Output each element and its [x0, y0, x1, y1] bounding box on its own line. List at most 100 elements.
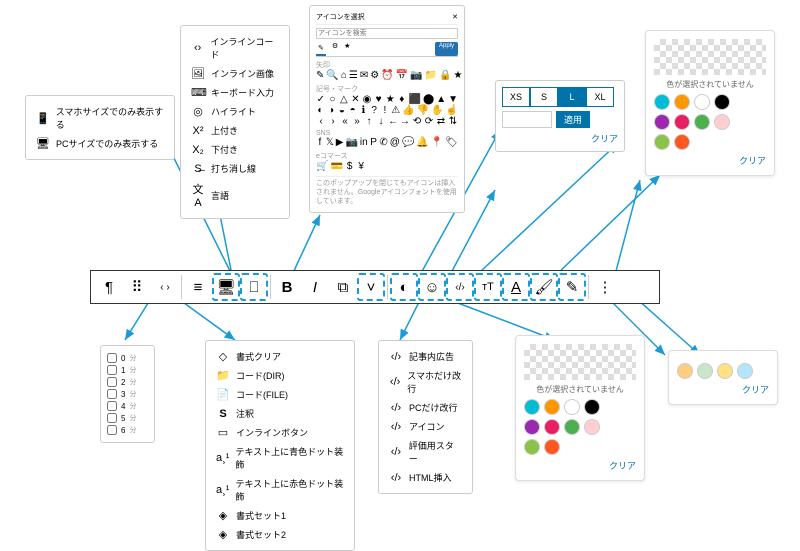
swatch[interactable]	[544, 439, 560, 455]
highlight-icon: ◎	[191, 105, 205, 118]
code-button[interactable]: ‹/›	[446, 273, 474, 301]
swatch[interactable]	[717, 363, 733, 379]
menu-item[interactable]: 🖥PCサイズでのみ表示する	[32, 134, 168, 153]
num-row[interactable]: 5分	[107, 412, 148, 424]
swatch[interactable]	[654, 134, 670, 150]
text-size-button[interactable]: ᴛT	[474, 273, 502, 301]
swatch[interactable]	[564, 419, 580, 435]
menu-item[interactable]: ‹/›HTML挿入	[385, 468, 466, 487]
size-xl[interactable]: XL	[586, 87, 614, 107]
bold-button[interactable]: B	[273, 273, 301, 301]
clear-link[interactable]: クリア	[524, 459, 636, 472]
box-button[interactable]: ⎕	[240, 273, 268, 301]
swatch[interactable]	[524, 439, 540, 455]
icon-search-input[interactable]	[316, 28, 458, 39]
swatch[interactable]	[584, 419, 600, 435]
num-row[interactable]: 4分	[107, 400, 148, 412]
menu-item[interactable]: 📱スマホサイズでのみ表示する	[32, 102, 168, 134]
menu-item[interactable]: a¸¹テキスト上に赤色ドット装飾	[212, 474, 348, 506]
menu-item[interactable]: ‹/›記事内広告	[385, 347, 466, 366]
apply-button[interactable]: 適用	[556, 111, 590, 128]
menu-item[interactable]: S注釈	[212, 404, 348, 423]
swatch[interactable]	[737, 363, 753, 379]
text-color-button[interactable]: A	[502, 273, 530, 301]
paragraph-button[interactable]: ¶	[95, 273, 123, 301]
num-row[interactable]: 3分	[107, 388, 148, 400]
italic-button[interactable]: I	[301, 273, 329, 301]
menu-item[interactable]: ‹/›アイコン	[385, 417, 466, 436]
size-input[interactable]	[502, 111, 552, 128]
menu-item[interactable]: ‹/›スマホだけ改行	[385, 366, 466, 398]
brush-button[interactable]: ◐	[390, 273, 418, 301]
num-row[interactable]: 2分	[107, 376, 148, 388]
menu-item[interactable]: 文A言語	[187, 178, 283, 212]
pen-button[interactable]: ✎	[558, 273, 586, 301]
display-button[interactable]: 🖥	[212, 273, 240, 301]
menu-item[interactable]: ‹/›PCだけ改行	[385, 398, 466, 417]
close-icon[interactable]: ✕	[452, 13, 458, 21]
icon-row[interactable]: ✎🔍⌂☰✉⚙⏰📅📷📁🔒★	[316, 70, 458, 81]
highlight-button[interactable]: 🖌	[530, 273, 558, 301]
set-icon: ◈	[216, 509, 230, 522]
menu-item[interactable]: ⌨キーボード入力	[187, 83, 283, 102]
menu-item[interactable]: 🖼インライン画像	[187, 64, 283, 83]
strikethrough-icon: S̶	[191, 163, 205, 175]
clear-link[interactable]: クリア	[502, 132, 618, 145]
link-button[interactable]: ⧉	[329, 273, 357, 301]
button-icon: ▭	[216, 426, 230, 439]
emoji-button[interactable]: ☺	[418, 273, 446, 301]
clear-format-icon: ◇	[216, 350, 230, 363]
menu-item[interactable]: 📁コード(DIR)	[212, 366, 348, 385]
drag-button[interactable]: ⠿	[123, 273, 151, 301]
menu-item[interactable]: ◎ハイライト	[187, 102, 283, 121]
desktop-icon: 🖥	[36, 137, 50, 150]
swatch[interactable]	[694, 114, 710, 130]
apply-button[interactable]: Apply	[435, 42, 458, 56]
menu-item[interactable]: ‹›インラインコード	[187, 32, 283, 64]
menu-item[interactable]: 📄コード(FILE)	[212, 385, 348, 404]
align-button[interactable]: ≡	[184, 273, 212, 301]
swatch[interactable]	[674, 114, 690, 130]
swatch[interactable]	[544, 419, 560, 435]
menu-item[interactable]: ‹/›評価用スター	[385, 436, 466, 468]
swatch[interactable]	[524, 399, 540, 415]
num-row[interactable]: 6分	[107, 424, 148, 436]
menu-item[interactable]: ◇書式クリア	[212, 347, 348, 366]
swatch[interactable]	[714, 94, 730, 110]
menu-item[interactable]: X²上付き	[187, 121, 283, 140]
keyboard-icon: ⌨	[191, 86, 205, 99]
menu-item[interactable]: ▭インラインボタン	[212, 423, 348, 442]
code-icon: ‹/›	[389, 376, 401, 388]
swatch[interactable]	[694, 94, 710, 110]
menu-item[interactable]: X₂下付き	[187, 140, 283, 159]
swatch[interactable]	[674, 134, 690, 150]
swatch[interactable]	[674, 94, 690, 110]
swatch[interactable]	[654, 94, 670, 110]
swatch[interactable]	[677, 363, 693, 379]
more-button[interactable]: ˅	[357, 273, 385, 301]
more-options-button[interactable]: ⋮	[591, 273, 619, 301]
mobile-icon: 📱	[36, 112, 50, 125]
menu-item[interactable]: ◈書式セット1	[212, 506, 348, 525]
file-icon: 📄	[216, 388, 230, 401]
num-row[interactable]: 1分	[107, 364, 148, 376]
swatch[interactable]	[714, 114, 730, 130]
num-row[interactable]: 0分	[107, 352, 148, 364]
swatch[interactable]	[654, 114, 670, 130]
set-icon: ◈	[216, 528, 230, 541]
menu-item[interactable]: a¸¹テキスト上に青色ドット装飾	[212, 442, 348, 474]
move-button[interactable]: ‹ ›	[151, 273, 179, 301]
swatch[interactable]	[564, 399, 580, 415]
menu-item[interactable]: S̶打ち消し線	[187, 159, 283, 178]
size-s[interactable]: S	[530, 87, 558, 107]
size-xs[interactable]: XS	[502, 87, 530, 107]
clear-link[interactable]: クリア	[654, 154, 766, 167]
swatch[interactable]	[524, 419, 540, 435]
size-l[interactable]: L	[558, 87, 586, 107]
swatch[interactable]	[697, 363, 713, 379]
swatch[interactable]	[584, 399, 600, 415]
swatch[interactable]	[544, 399, 560, 415]
clear-link[interactable]: クリア	[677, 383, 769, 396]
menu-item[interactable]: ◈書式セット2	[212, 525, 348, 544]
color-preview	[654, 39, 766, 75]
